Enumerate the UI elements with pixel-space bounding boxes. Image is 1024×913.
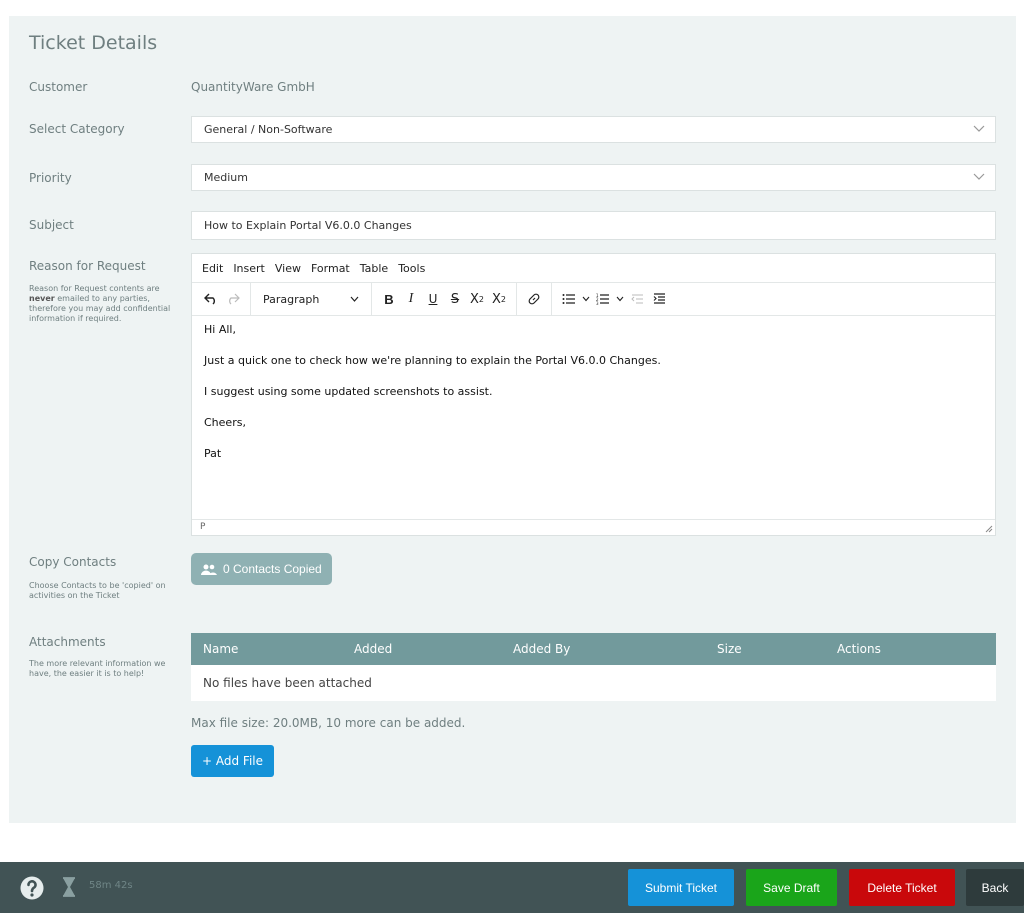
save-draft-button[interactable]: Save Draft bbox=[746, 869, 837, 906]
contacts-copied-label: 0 Contacts Copied bbox=[223, 562, 322, 576]
editor-content[interactable]: Hi All, Just a quick one to check how we… bbox=[192, 316, 995, 487]
submit-ticket-button[interactable]: Submit Ticket bbox=[628, 869, 734, 906]
category-select[interactable]: General / Non-Software bbox=[191, 116, 996, 143]
block-format-select[interactable]: Paragraph bbox=[257, 287, 365, 311]
add-file-button[interactable]: + Add File bbox=[191, 745, 274, 777]
rich-text-editor[interactable]: Edit Insert View Format Table Tools Para… bbox=[191, 253, 996, 536]
priority-value: Medium bbox=[204, 171, 248, 184]
ticket-details-panel: Ticket Details Customer QuantityWare Gmb… bbox=[9, 16, 1016, 823]
indent-icon[interactable] bbox=[648, 287, 670, 311]
chevron-down-icon bbox=[350, 296, 359, 302]
menu-format[interactable]: Format bbox=[311, 262, 350, 275]
max-file-size-info: Max file size: 20.0MB, 10 more can be ad… bbox=[191, 716, 466, 730]
page-title: Ticket Details bbox=[29, 32, 158, 54]
block-format-value: Paragraph bbox=[263, 292, 320, 306]
menu-edit[interactable]: Edit bbox=[202, 262, 223, 275]
table-row: No files have been attached bbox=[191, 665, 996, 701]
customer-value: QuantityWare GmbH bbox=[191, 80, 315, 94]
toolbar-divider bbox=[250, 282, 251, 316]
category-value: General / Non-Software bbox=[204, 123, 333, 136]
attachments-table: Name Added Added By Size Actions No file… bbox=[191, 633, 996, 701]
reason-help: Reason for Request contents are never em… bbox=[29, 284, 171, 323]
undo-icon[interactable] bbox=[200, 287, 222, 311]
menu-tools[interactable]: Tools bbox=[398, 262, 425, 275]
svg-text:3: 3 bbox=[596, 301, 599, 305]
copy-contacts-help: Choose Contacts to be 'copied' on activi… bbox=[29, 581, 166, 600]
copy-contacts-label: Copy Contacts bbox=[29, 555, 117, 569]
content-paragraph: Pat bbox=[204, 447, 222, 460]
bullet-list-icon[interactable] bbox=[558, 287, 580, 311]
editor-menubar: Edit Insert View Format Table Tools bbox=[192, 254, 995, 283]
redo-icon[interactable] bbox=[222, 287, 244, 311]
chevron-down-icon bbox=[973, 125, 985, 132]
toolbar-divider bbox=[551, 282, 552, 316]
numbered-list-icon[interactable]: 123 bbox=[592, 287, 614, 311]
column-actions: Actions bbox=[837, 642, 881, 656]
customer-label: Customer bbox=[29, 80, 88, 94]
subject-label: Subject bbox=[29, 218, 74, 232]
italic-icon[interactable]: I bbox=[400, 287, 422, 311]
subject-input[interactable]: How to Explain Portal V6.0.0 Changes bbox=[191, 211, 996, 240]
link-icon[interactable] bbox=[523, 287, 545, 311]
chevron-down-icon[interactable] bbox=[580, 287, 592, 311]
footer-bar: 58m 42s Submit Ticket Save Draft Delete … bbox=[0, 862, 1024, 913]
attachments-table-header: Name Added Added By Size Actions bbox=[191, 633, 996, 665]
chevron-down-icon[interactable] bbox=[614, 287, 626, 311]
toolbar-divider bbox=[371, 282, 372, 316]
menu-view[interactable]: View bbox=[275, 262, 301, 275]
subject-value: How to Explain Portal V6.0.0 Changes bbox=[204, 219, 412, 232]
chevron-down-icon bbox=[973, 173, 985, 180]
reason-label: Reason for Request bbox=[29, 259, 146, 273]
underline-icon[interactable]: U bbox=[422, 287, 444, 311]
category-label: Select Category bbox=[29, 122, 125, 136]
superscript-icon[interactable]: X2 bbox=[466, 287, 488, 311]
element-path[interactable]: P bbox=[200, 522, 205, 532]
editor-toolbar: Paragraph B I U S X2 X2 123 bbox=[192, 282, 995, 316]
attachments-help: The more relevant information we have, t… bbox=[29, 659, 166, 678]
bold-icon[interactable]: B bbox=[378, 287, 400, 311]
subscript-icon[interactable]: X2 bbox=[488, 287, 510, 311]
content-paragraph: I suggest using some updated screenshots… bbox=[204, 385, 493, 398]
toolbar-divider bbox=[516, 282, 517, 316]
attachments-label: Attachments bbox=[29, 635, 106, 649]
users-icon bbox=[201, 564, 217, 575]
column-size: Size bbox=[717, 642, 742, 656]
column-added: Added bbox=[354, 642, 393, 656]
editor-statusbar: P bbox=[192, 519, 995, 535]
hourglass-icon bbox=[63, 877, 75, 897]
priority-label: Priority bbox=[29, 171, 72, 185]
content-paragraph: Hi All, bbox=[204, 323, 236, 336]
strikethrough-icon[interactable]: S bbox=[444, 287, 466, 311]
column-name: Name bbox=[203, 642, 239, 656]
back-button[interactable]: Back bbox=[966, 869, 1024, 906]
menu-insert[interactable]: Insert bbox=[233, 262, 265, 275]
priority-select[interactable]: Medium bbox=[191, 164, 996, 191]
delete-ticket-button[interactable]: Delete Ticket bbox=[849, 869, 955, 906]
contacts-copied-button[interactable]: 0 Contacts Copied bbox=[191, 553, 332, 585]
menu-table[interactable]: Table bbox=[360, 262, 388, 275]
session-timer: 58m 42s bbox=[89, 880, 133, 891]
outdent-icon[interactable] bbox=[626, 287, 648, 311]
resize-handle-icon[interactable] bbox=[985, 525, 993, 533]
help-icon[interactable] bbox=[20, 876, 44, 900]
content-paragraph: Cheers, bbox=[204, 416, 246, 429]
content-paragraph: Just a quick one to check how we're plan… bbox=[204, 354, 661, 367]
column-added-by: Added By bbox=[513, 642, 571, 656]
